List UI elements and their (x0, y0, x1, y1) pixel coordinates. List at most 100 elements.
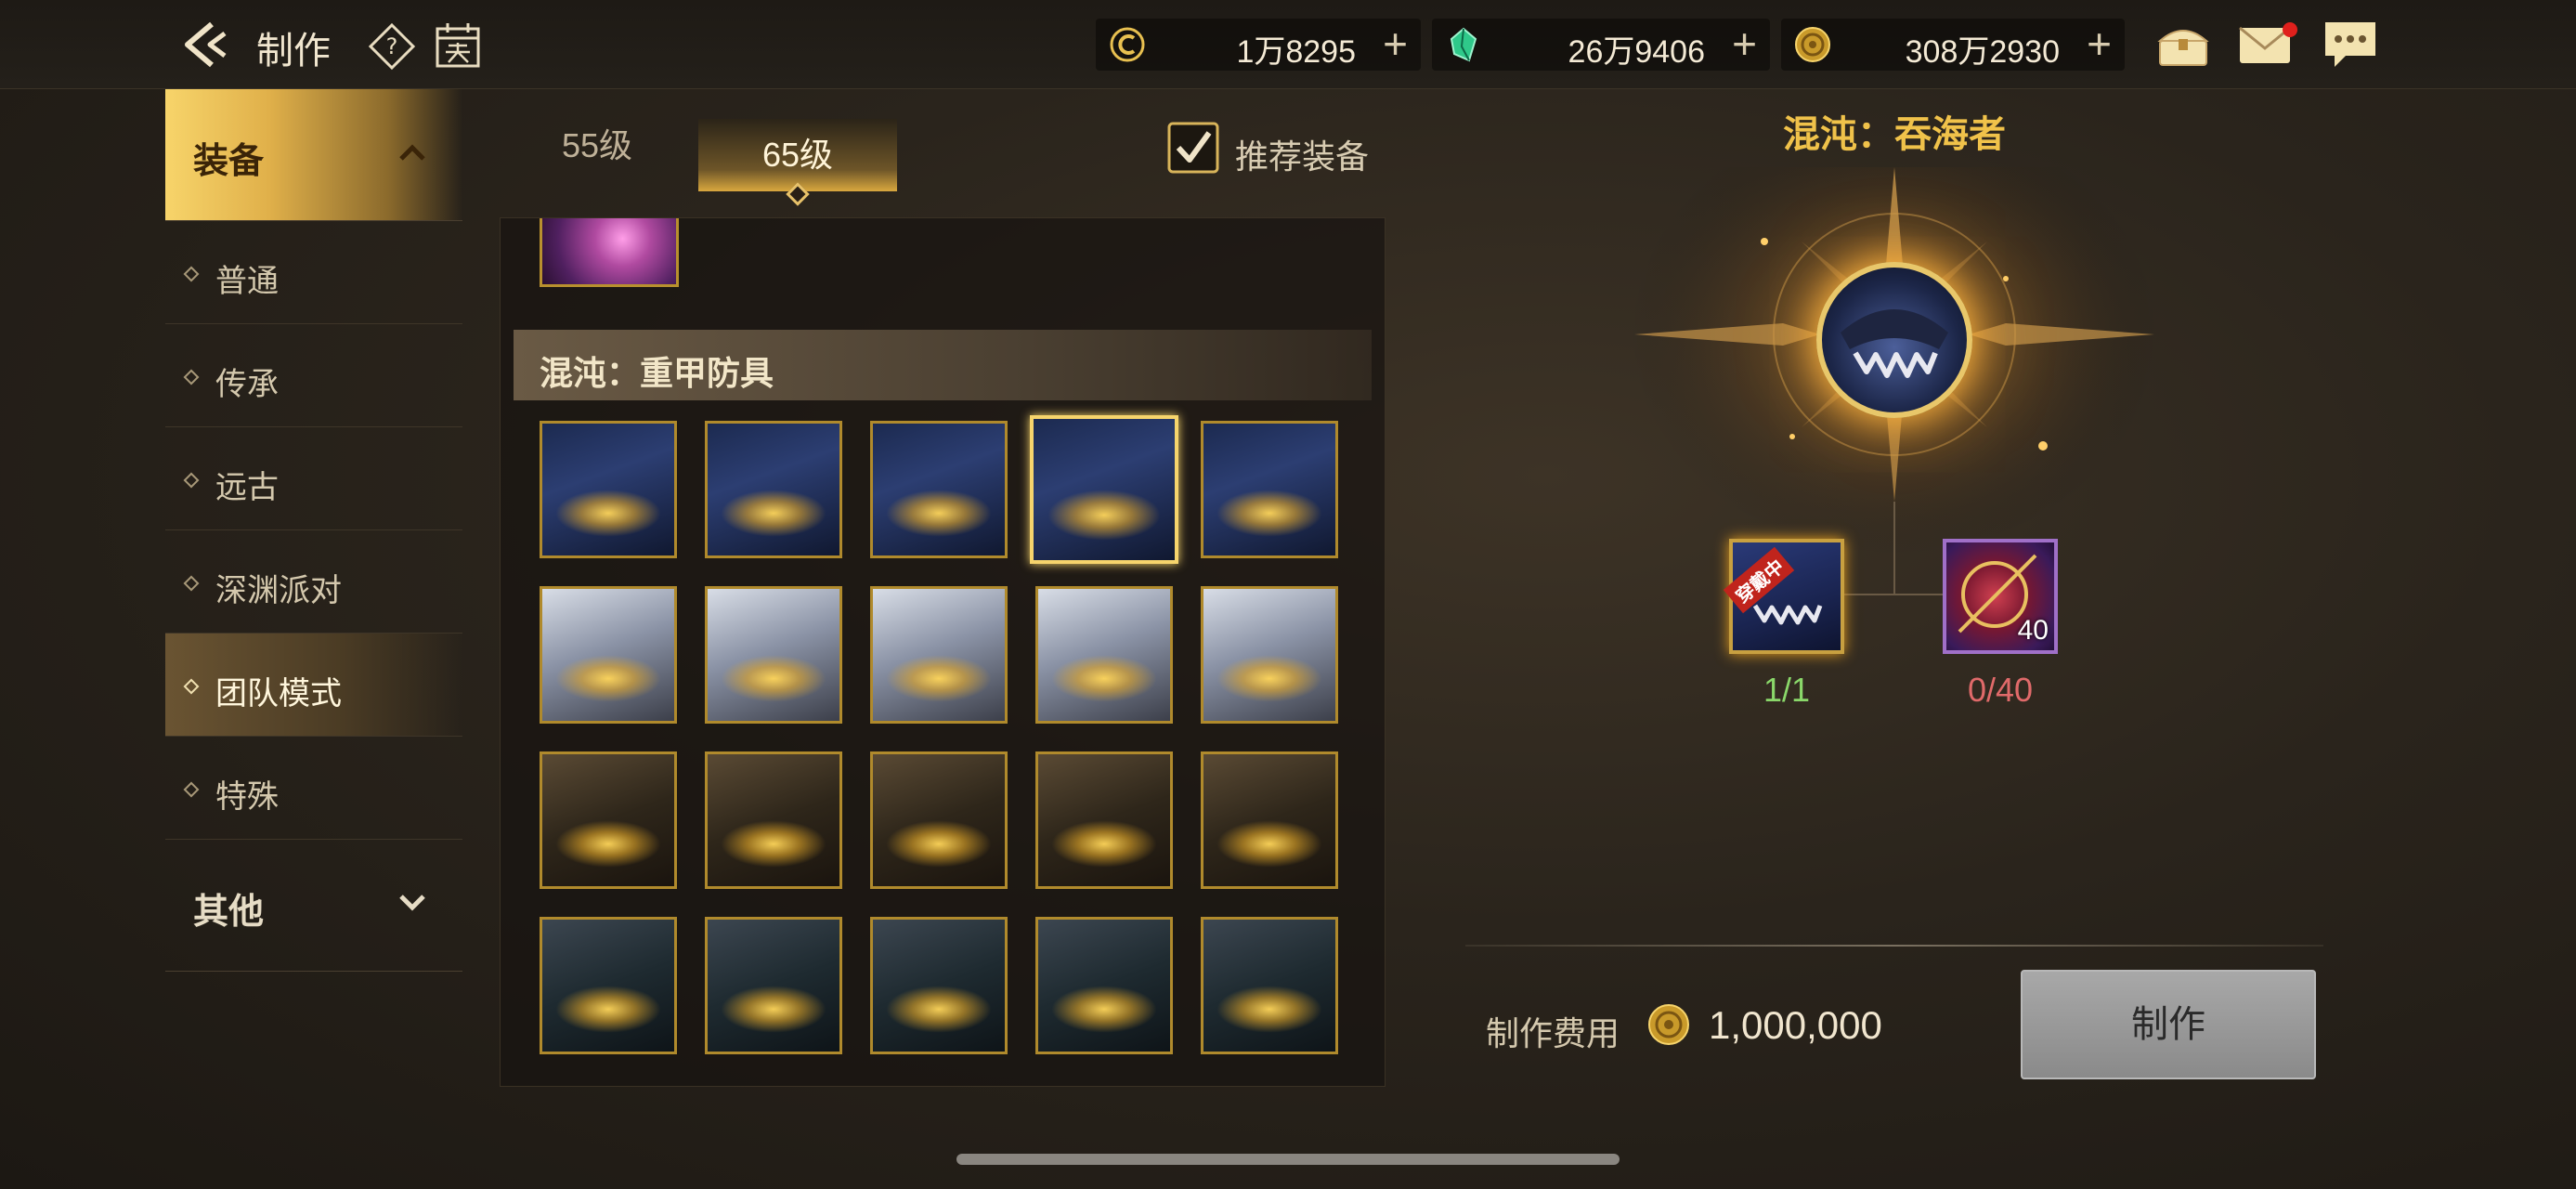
currency-value: 1万8295 (1236, 34, 1356, 70)
treasure-chest-icon[interactable] (2154, 19, 2212, 71)
sparkle-glow (721, 820, 826, 869)
home-indicator[interactable] (956, 1154, 1620, 1165)
chevron-down-icon (397, 892, 427, 914)
grid-item[interactable] (1035, 751, 1173, 889)
gold-coin-icon (1794, 26, 1831, 63)
chevron-up-icon (397, 141, 427, 163)
grid-item[interactable] (540, 421, 677, 558)
sparkle-glow (1047, 490, 1161, 541)
grid-item[interactable] (870, 586, 1008, 724)
currency-c-coin: 1万8295 + (1096, 19, 1421, 71)
menu-category-label: 其他 (193, 893, 265, 932)
menu-category-equipment[interactable]: 装备 (165, 89, 462, 221)
add-c-coin-button[interactable]: + (1383, 20, 1408, 67)
menu-item-label: 传承 (215, 367, 279, 402)
currency-gold: 308万2930 + (1781, 19, 2125, 71)
grid-item[interactable] (1201, 421, 1338, 558)
mail-icon[interactable] (2238, 20, 2299, 67)
grid-item[interactable] (1035, 586, 1173, 724)
chat-icon[interactable] (2322, 19, 2379, 71)
compass-emblem-icon (1597, 167, 2192, 669)
menu-item-normal[interactable]: 普通 (165, 221, 462, 324)
calendar-icon[interactable] (433, 20, 483, 71)
menu-item-ancient[interactable]: 远古 (165, 427, 462, 530)
menu-item-special[interactable]: 特殊 (165, 737, 462, 840)
sparkle-glow (886, 490, 992, 538)
sparkle-glow (1216, 655, 1322, 703)
currency-gem: 26万9406 + (1432, 19, 1770, 71)
help-icon[interactable]: ? (368, 22, 416, 71)
section-header: 混沌：重甲防具 (514, 330, 1372, 400)
currency-value: 308万2930 (1905, 34, 2060, 70)
grid-item[interactable] (705, 421, 842, 558)
svg-text:?: ? (386, 33, 398, 59)
sparkle-glow (555, 655, 661, 703)
sparkle-glow (1216, 820, 1322, 869)
sparkle-glow (1216, 986, 1322, 1034)
page-title: 制作 (256, 31, 331, 72)
material-quantity: 40 (2017, 615, 2049, 646)
sparkle-glow (555, 490, 661, 538)
tab-level-65[interactable]: 65级 (698, 119, 897, 206)
grid-item[interactable] (1201, 586, 1338, 724)
grid-item[interactable] (870, 421, 1008, 558)
diamond-icon (183, 369, 200, 385)
add-gold-button[interactable]: + (2087, 20, 2112, 67)
sparkle-glow (1051, 820, 1157, 869)
diamond-icon (183, 472, 200, 489)
sparkle-glow (1216, 490, 1322, 538)
menu-category-label: 装备 (193, 142, 265, 181)
gold-coin-icon (1647, 1003, 1690, 1046)
material-count-owned: 0/40 (1967, 671, 2034, 709)
grid-item[interactable] (1201, 917, 1338, 1054)
diamond-icon (183, 781, 200, 798)
craft-cost-label: 制作费用 (1486, 1014, 1620, 1052)
menu-category-other[interactable]: 其他 (165, 840, 462, 972)
material-slot-crystal[interactable]: 40 (1943, 539, 2058, 654)
grid-item[interactable] (540, 586, 677, 724)
divider (1465, 945, 2323, 947)
menu-item-label: 深渊派对 (215, 573, 342, 608)
craft-button[interactable]: 制作 (2021, 970, 2316, 1079)
sparkle-glow (1051, 655, 1157, 703)
currency-value: 26万9406 (1568, 34, 1705, 70)
recommend-checkbox[interactable] (1166, 121, 1220, 175)
sparkle-glow (721, 986, 826, 1034)
grid-item[interactable] (870, 917, 1008, 1054)
grid-item[interactable] (540, 751, 677, 889)
item-grid-panel[interactable]: 混沌：重甲防具 (500, 217, 1386, 1087)
sparkle-glow (886, 986, 992, 1034)
category-menu: 装备 普通 传承 远古 深渊派对 团队模式 特殊 其他 (165, 89, 462, 972)
menu-item-legacy[interactable]: 传承 (165, 324, 462, 427)
menu-item-label: 普通 (215, 264, 279, 299)
sparkle-glow (721, 655, 826, 703)
menu-item-label: 远古 (215, 470, 279, 505)
result-item-title: 混沌：吞海者 (1783, 114, 2006, 155)
add-gem-button[interactable]: + (1732, 20, 1757, 67)
menu-item-abyss-party[interactable]: 深渊派对 (165, 530, 462, 634)
grid-item[interactable] (1035, 917, 1173, 1054)
grid-item-selected[interactable] (1030, 415, 1178, 564)
grid-item[interactable] (540, 218, 679, 287)
diamond-icon (183, 678, 200, 695)
sparkle-glow (555, 986, 661, 1034)
tab-level-55[interactable]: 55级 (539, 119, 656, 167)
grid-item[interactable] (705, 917, 842, 1054)
grid-item[interactable] (540, 917, 677, 1054)
grid-item[interactable] (705, 586, 842, 724)
top-bar: 制作 ? 1万8295 + 26万9406 + 308万2930 + (0, 0, 2576, 89)
material-slot-equipment[interactable]: 穿戴中 (1723, 539, 1844, 654)
green-gem-icon (1445, 26, 1482, 63)
back-arrow-icon[interactable] (178, 17, 238, 72)
result-item-icon[interactable] (1816, 262, 1972, 418)
sparkle-glow (555, 820, 661, 869)
tab-label: 65级 (761, 136, 834, 174)
grid-item[interactable] (705, 751, 842, 889)
diamond-icon (183, 575, 200, 592)
c-coin-icon (1109, 26, 1146, 63)
grid-item[interactable] (870, 751, 1008, 889)
grid-item[interactable] (1201, 751, 1338, 889)
menu-item-team-mode[interactable]: 团队模式 (165, 634, 462, 737)
material-count-owned: 1/1 (1763, 671, 1811, 709)
sparkle-glow (721, 490, 826, 538)
